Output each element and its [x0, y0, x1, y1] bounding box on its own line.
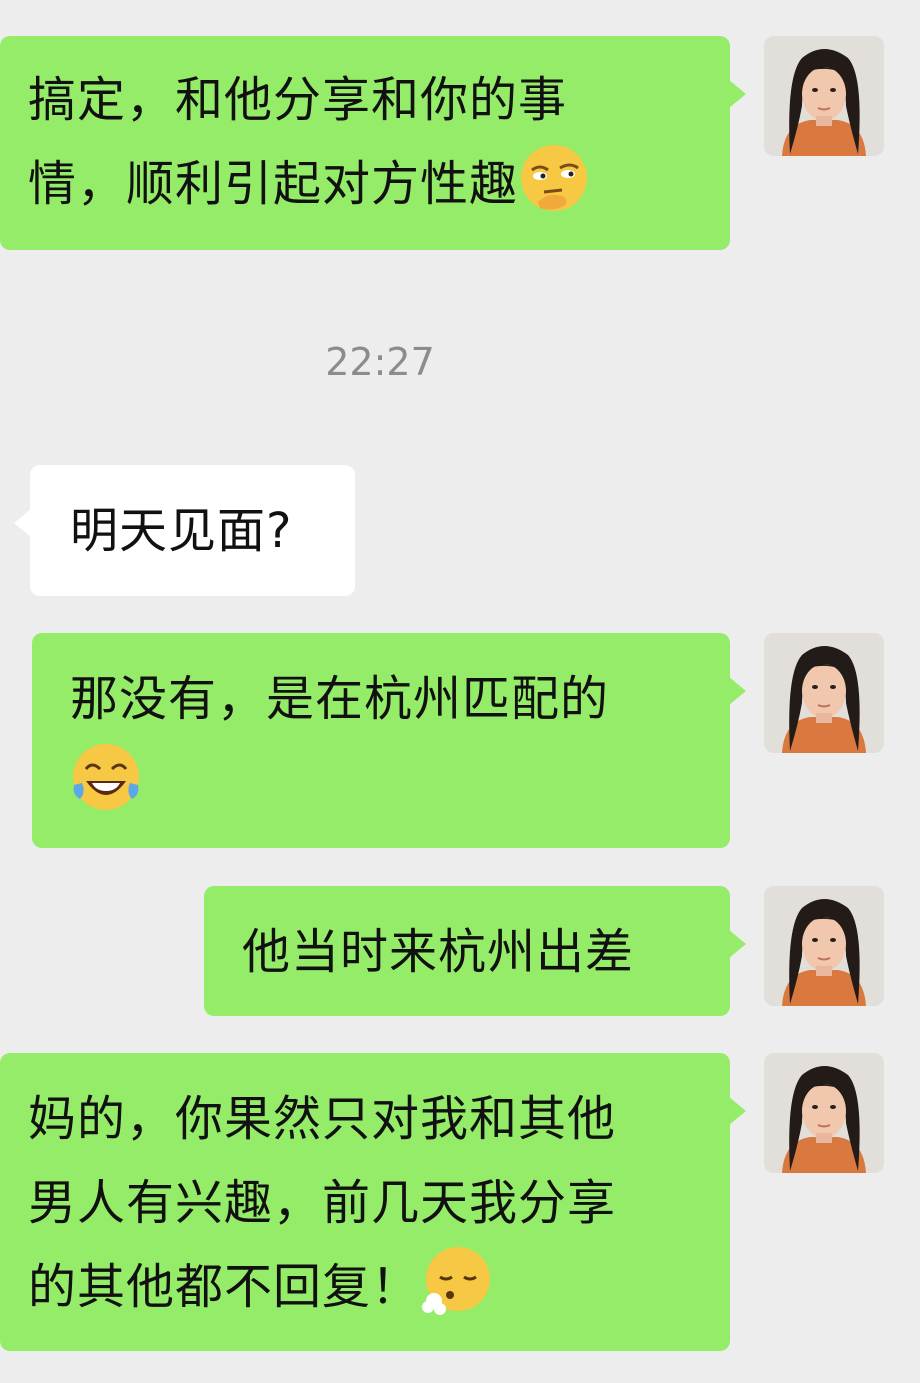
avatar[interactable] — [764, 886, 884, 1006]
avatar[interactable] — [764, 633, 884, 753]
message-bubble[interactable]: 妈的，你果然只对我和其他 男人有兴趣，前几天我分享 的其他都不回复！ — [0, 1053, 746, 1351]
avatar[interactable] — [764, 36, 884, 156]
tears-of-joy-emoji-icon — [70, 741, 142, 813]
message-text-line: 的其他都不回复！ — [28, 1245, 730, 1329]
message-text-line: 明天见面? — [70, 503, 293, 559]
message-bubble[interactable]: 他当时来杭州出差 — [204, 886, 746, 1016]
message-bubble[interactable]: 明天见面? — [14, 465, 355, 596]
message-bubble[interactable]: 搞定，和他分享和你的事 情，顺利引起对方性趣 — [0, 36, 746, 250]
message-text-line: 情，顺利引起对方性趣 — [28, 142, 730, 226]
message-bubble[interactable]: 那没有，是在杭州匹配的 — [32, 633, 746, 848]
message-text-line: 搞定，和他分享和你的事 — [28, 72, 568, 128]
smirk-emoji-icon — [518, 142, 590, 214]
message-text-line: 妈的，你果然只对我和其他 — [28, 1091, 617, 1147]
timestamp: 22:27 — [325, 340, 435, 384]
avatar[interactable] — [764, 1053, 884, 1173]
message-text-line: 男人有兴趣，前几天我分享 — [28, 1175, 617, 1231]
message-text-line: 他当时来杭州出差 — [242, 924, 635, 980]
message-text-line — [70, 741, 730, 825]
message-text-line: 那没有，是在杭州匹配的 — [70, 671, 610, 727]
exhaling-face-emoji-icon — [420, 1245, 492, 1317]
